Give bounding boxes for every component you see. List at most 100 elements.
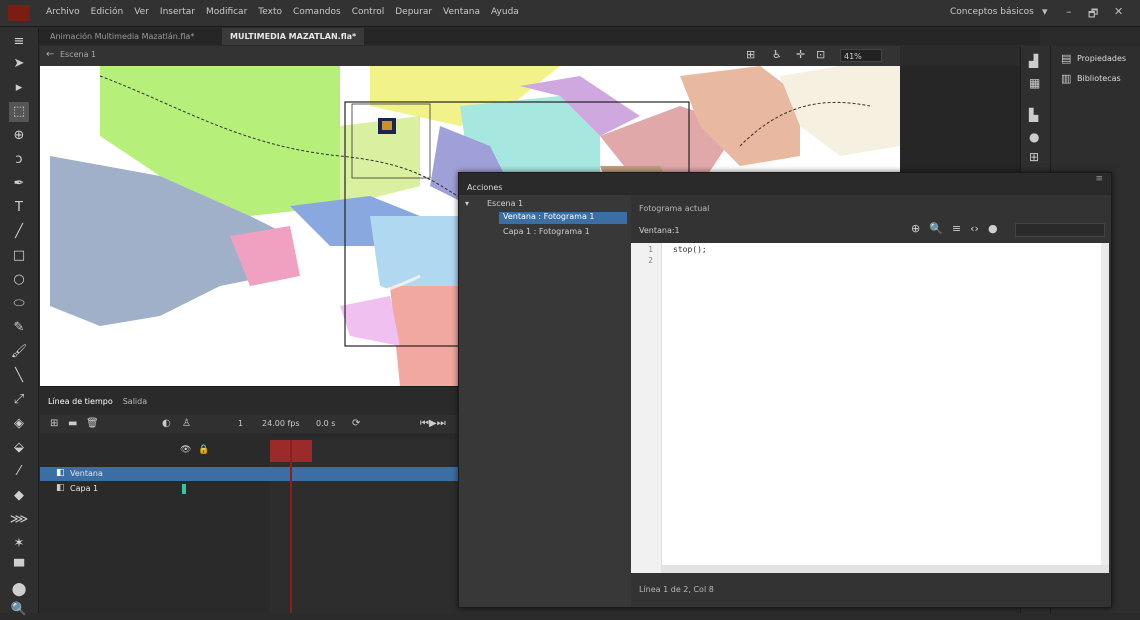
transform-tool-icon[interactable]: ⬚ — [9, 102, 29, 122]
layer-name[interactable]: Ventana — [70, 469, 103, 478]
tab-multimedia[interactable]: MULTIMEDIA MAZATLAN.fla* — [222, 28, 365, 45]
center-stage-icon[interactable]: ♿ — [772, 48, 782, 61]
workspace-dropdown-icon[interactable]: ▾ — [1042, 5, 1048, 18]
properties-icon[interactable]: ▤ — [1061, 52, 1071, 65]
brush-tool-icon[interactable]: 🖌 — [9, 342, 29, 362]
collapse-icon[interactable]: ≡ — [9, 32, 29, 52]
app-logo[interactable] — [8, 5, 30, 21]
zoom-field[interactable]: 41% — [840, 49, 882, 62]
close-icon[interactable]: ✕ — [1114, 5, 1123, 18]
menu-edicion[interactable]: Edición — [91, 7, 124, 17]
menu-ver[interactable]: Ver — [134, 7, 149, 17]
menu-items: Archivo Edición Ver Insertar Modificar T… — [46, 7, 519, 17]
horizontal-scrollbar[interactable] — [661, 565, 1109, 573]
menu-insertar[interactable]: Insertar — [160, 7, 195, 17]
info-icon[interactable]: ● — [1029, 130, 1039, 144]
tree-item-capa1[interactable]: Capa 1 : Fotograma 1 — [503, 227, 590, 236]
new-layer-icon[interactable]: ⊞ — [50, 418, 58, 429]
visibility-header-icon[interactable]: 👁 — [180, 445, 191, 455]
pin-icon[interactable]: ✛ — [796, 48, 805, 61]
line-tool-icon[interactable]: ╱ — [9, 222, 29, 242]
edit-symbols-icon[interactable]: ⊞ — [746, 48, 755, 61]
ink-bottle-tool-icon[interactable]: ⬙ — [9, 438, 29, 458]
workspace-switcher[interactable]: Conceptos básicos — [950, 7, 1034, 17]
frame-grid[interactable] — [270, 439, 460, 614]
timeline-toolbar: ⊞ ▬ 🗑 ◐ ♙ 1 24.00 fps 0.0 s ⟳ ⏮▶⏭ — [40, 415, 460, 433]
tab-animacion[interactable]: Animación Multimedia Mazatlán.fla* — [42, 28, 202, 45]
swatches-icon[interactable]: ▦ — [1029, 76, 1040, 90]
components-icon[interactable]: ⊞ — [1029, 150, 1039, 164]
onion-skin-icon[interactable]: ◐ — [162, 418, 171, 429]
scene-name[interactable]: Escena 1 — [60, 50, 96, 59]
folder-icon[interactable]: ▬ — [68, 418, 77, 429]
tab-timeline[interactable]: Línea de tiempo — [48, 397, 113, 411]
find-icon[interactable]: 🔍 — [929, 222, 943, 235]
properties-tab[interactable]: Propiedades — [1077, 54, 1126, 63]
menu-archivo[interactable]: Archivo — [46, 7, 80, 17]
library-icon[interactable]: ▥ — [1061, 72, 1071, 85]
oval-tool-icon[interactable]: ○ — [9, 270, 29, 290]
selection-tool-icon[interactable]: ➤ — [9, 54, 29, 74]
layer-row-capa1[interactable]: ◧ Capa 1 — [40, 482, 460, 496]
menu-ventana[interactable]: Ventana — [443, 7, 480, 17]
panel-menu-icon[interactable]: ≡ — [1095, 174, 1103, 184]
layer-name[interactable]: Capa 1 — [70, 484, 98, 493]
restore-icon[interactable]: 🗗 — [1088, 5, 1098, 24]
tree-scene[interactable]: Escena 1 — [487, 199, 523, 208]
tree-item-ventana[interactable]: Ventana : Fotograma 1 — [499, 212, 627, 224]
paint-brush-tool-icon[interactable]: ╲ — [9, 366, 29, 386]
layer-color-swatch[interactable] — [182, 484, 186, 494]
rectangle-tool-icon[interactable]: □ — [9, 246, 29, 266]
text-tool-icon[interactable]: T — [9, 198, 29, 218]
magnifier-icon[interactable]: 🔍 — [9, 600, 29, 620]
width-tool-icon[interactable]: ⋙ — [9, 510, 29, 530]
menu-comandos[interactable]: Comandos — [293, 7, 341, 17]
eraser-tool-icon[interactable]: ◆ — [9, 486, 29, 506]
subselection-tool-icon[interactable]: ▸ — [9, 78, 29, 98]
clip-icon[interactable]: ⊡ — [816, 48, 825, 61]
back-arrow-icon[interactable]: ← — [46, 49, 54, 60]
zoom-tool-icon[interactable]: ⬤ — [9, 580, 29, 600]
eyedropper-tool-icon[interactable]: ⁄ — [9, 462, 29, 482]
expand-icon[interactable]: ▾ — [465, 199, 469, 208]
time-readout[interactable]: 0.0 s — [316, 419, 335, 428]
minimize-icon[interactable]: – — [1066, 5, 1072, 18]
paint-bucket-tool-icon[interactable]: ◈ — [9, 414, 29, 434]
vertical-scrollbar[interactable] — [1101, 243, 1109, 565]
layer-parent-icon[interactable]: ♙ — [182, 418, 191, 429]
fps-readout[interactable]: 24.00 fps — [262, 419, 300, 428]
tab-output[interactable]: Salida — [123, 397, 147, 411]
current-frame-readout[interactable]: 1 — [238, 419, 243, 428]
actions-titlebar[interactable]: Acciones ≡ — [459, 173, 1111, 196]
align-icon[interactable]: ▟ — [1029, 54, 1038, 68]
lock-header-icon[interactable]: 🔒 — [198, 445, 209, 455]
3d-rotation-tool-icon[interactable]: ⊕ — [9, 126, 29, 146]
menu-control[interactable]: Control — [352, 7, 385, 17]
lasso-tool-icon[interactable]: ↄ — [9, 150, 29, 170]
history-icon[interactable]: ▙ — [1029, 108, 1038, 122]
cursor-position: Línea 1 de 2, Col 8 — [639, 585, 714, 594]
insert-target-icon[interactable]: ⊕ — [911, 222, 920, 235]
layer-row-ventana[interactable]: ◧ Ventana — [40, 467, 460, 481]
playback-controls-icon[interactable]: ⏮▶⏭ — [420, 418, 446, 429]
camera-tool-icon[interactable]: ✶ — [9, 534, 29, 554]
polystar-tool-icon[interactable]: ⬭ — [9, 294, 29, 314]
delete-layer-icon[interactable]: 🗑 — [86, 418, 99, 429]
help-search-field[interactable] — [1015, 223, 1105, 237]
loop-icon[interactable]: ⟳ — [352, 418, 360, 429]
code-editor[interactable]: 1 2 stop(); — [631, 243, 1109, 573]
pen-tool-icon[interactable]: ✒ — [9, 174, 29, 194]
hand-tool-icon[interactable]: ▀ — [9, 558, 29, 578]
help-icon[interactable]: ● — [988, 222, 998, 235]
bone-tool-icon[interactable]: ⤢ — [9, 390, 29, 410]
code-line[interactable]: stop(); — [673, 245, 707, 254]
pencil-tool-icon[interactable]: ✎ — [9, 318, 29, 338]
library-tab[interactable]: Bibliotecas — [1077, 74, 1121, 83]
current-frame-label: Fotograma actual — [639, 204, 710, 213]
format-code-icon[interactable]: ≡ — [952, 222, 961, 235]
menu-depurar[interactable]: Depurar — [395, 7, 432, 17]
menu-modificar[interactable]: Modificar — [206, 7, 247, 17]
menu-texto[interactable]: Texto — [258, 7, 282, 17]
menu-ayuda[interactable]: Ayuda — [491, 7, 519, 17]
code-snippets-icon[interactable]: ‹› — [970, 222, 979, 235]
